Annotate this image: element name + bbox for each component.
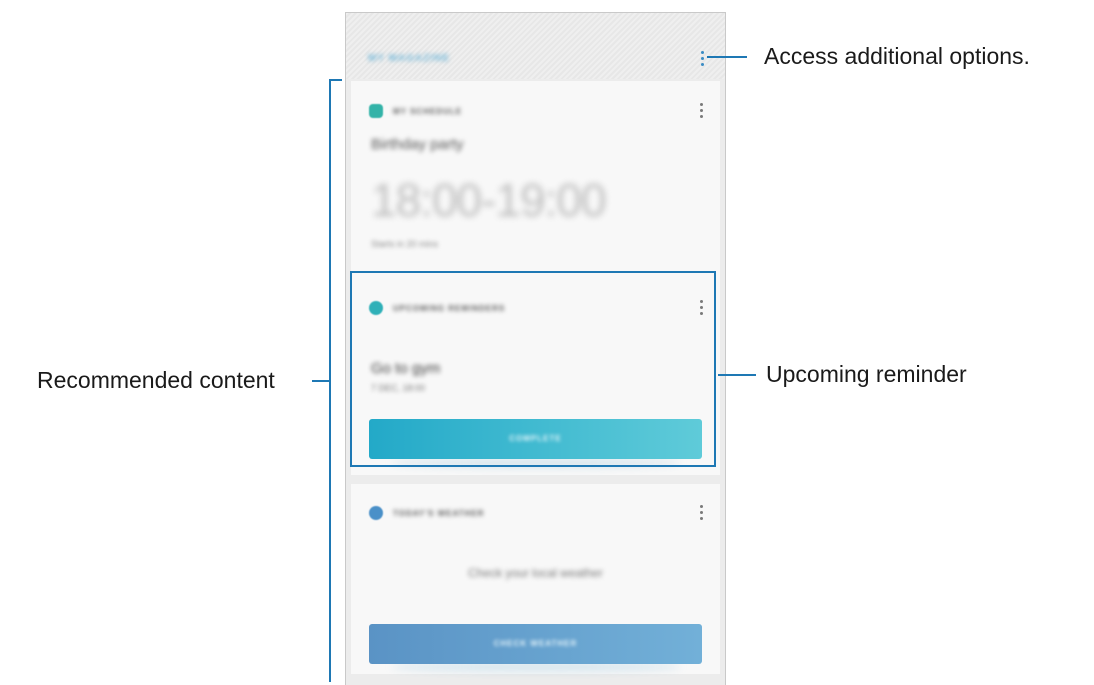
app-header: MY MAGAZINE [346, 13, 725, 79]
recommended-bracket-top [329, 79, 342, 81]
check-weather-button[interactable]: CHECK WEATHER [369, 624, 702, 664]
options-callout-line [707, 56, 747, 58]
schedule-card-label: MY SCHEDULE [393, 107, 463, 116]
check-weather-button-label: CHECK WEATHER [493, 639, 578, 648]
options-callout-text: Access additional options. [764, 43, 1030, 69]
event-time: 18:00-19:00 [371, 174, 607, 226]
recommended-callout-text: Recommended content [37, 367, 275, 393]
event-title: Birthday party [371, 136, 464, 153]
schedule-card-more-icon[interactable] [698, 103, 704, 123]
weather-card[interactable]: TODAY'S WEATHER Check your local weather… [351, 484, 720, 674]
reminder-callout-line [718, 374, 756, 376]
weather-card-label: TODAY'S WEATHER [393, 509, 485, 518]
reminder-highlight-box [350, 271, 716, 467]
weather-card-more-icon[interactable] [698, 505, 704, 525]
reminder-callout-text: Upcoming reminder [766, 361, 967, 387]
schedule-card[interactable]: MY SCHEDULE Birthday party 18:00-19:00 S… [351, 81, 720, 277]
weather-text: Check your local weather [468, 566, 603, 580]
more-options-icon[interactable] [699, 51, 705, 71]
weather-icon [369, 506, 383, 520]
event-subtitle: Starts in 20 mins [371, 239, 439, 249]
recommended-callout-line [312, 380, 330, 382]
calendar-icon [369, 104, 383, 118]
app-title: MY MAGAZINE [368, 53, 450, 64]
